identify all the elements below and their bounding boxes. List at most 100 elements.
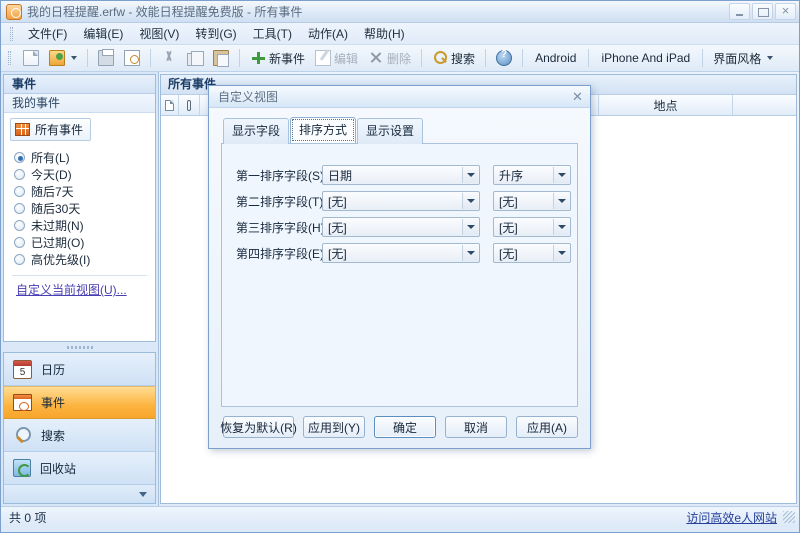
sort-field-2-select[interactable]: [无] [322,191,480,211]
sort-field-4-value: [无] [328,246,347,261]
application-window: 我的日程提醒.erfw - 效能日程提醒免费版 - 所有事件 文件(F) 编辑(… [0,0,800,533]
cut-icon [161,50,177,66]
sidebar-nav: 日历 事件 搜索 回收站 [3,352,156,504]
apply-button[interactable]: 应用(A) [516,416,578,438]
filter-today[interactable]: 今天(D) [14,166,155,183]
chevron-down-icon[interactable] [553,245,569,261]
filter-not-expired-label: 未过期(N) [31,219,84,233]
chevron-down-icon[interactable] [767,56,774,60]
maximize-button[interactable] [752,3,773,20]
search-icon [432,50,448,66]
open-file-button[interactable] [44,47,82,69]
filter-expired[interactable]: 已过期(O) [14,234,155,251]
cancel-button[interactable]: 取消 [445,416,507,438]
sidebar-item-recycle-bin[interactable]: 回收站 [4,452,155,485]
menu-file[interactable]: 文件(F) [20,23,75,44]
chevron-down-icon[interactable] [462,167,478,183]
minimize-button[interactable] [729,3,750,20]
restore-defaults-button[interactable]: 恢复为默认(R) [220,416,297,438]
sidebar-events-panel: 事件 我的事件 所有事件 所有(L) 今天(D) 随后7天 随后30天 未过期(… [3,74,156,342]
chevron-down-icon[interactable] [462,219,478,235]
resize-grip-icon[interactable] [783,511,795,523]
skin-style-button[interactable]: 界面风格 [708,47,778,69]
chevron-down-icon[interactable] [139,492,147,497]
radio-icon [14,203,25,214]
sort-order-2-select[interactable]: [无] [493,191,571,211]
android-button[interactable]: Android [528,51,583,65]
cut-button[interactable] [156,47,182,69]
website-link[interactable]: 访问高效e人网站 [686,509,783,526]
filter-all[interactable]: 所有(L) [14,149,155,166]
sort-order-1-select[interactable]: 升序 [493,165,571,185]
copy-button[interactable] [182,47,208,69]
print-button[interactable] [93,47,119,69]
sort-field-3-select[interactable]: [无] [322,217,480,237]
sort-field-1-label: 第一排序字段(S): [236,168,328,183]
filter-high-priority[interactable]: 高优先级(I) [14,251,155,268]
apply-to-button[interactable]: 应用到(Y) [303,416,365,438]
sort-field-1-select[interactable]: 日期 [322,165,480,185]
filter-not-expired[interactable]: 未过期(N) [14,217,155,234]
menu-goto[interactable]: 转到(G) [187,23,244,44]
chevron-down-icon[interactable] [553,193,569,209]
filter-next-30-days[interactable]: 随后30天 [14,200,155,217]
radio-icon [14,220,25,231]
help-button[interactable] [491,47,517,69]
sort-order-4-select[interactable]: [无] [493,243,571,263]
iphone-ipad-button[interactable]: iPhone And iPad [594,51,697,65]
toolbar-separator [702,49,704,67]
menu-edit[interactable]: 编辑(E) [75,23,131,44]
sort-field-3-label: 第三排序字段(H): [236,220,328,235]
edit-icon [315,50,332,66]
new-event-label: 新事件 [269,51,306,66]
close-icon[interactable]: ✕ [569,89,586,105]
new-event-button[interactable]: 新事件 [245,47,310,69]
all-events-chip[interactable]: 所有事件 [10,118,92,141]
column-header-extra[interactable] [733,95,796,115]
sidebar-item-search[interactable]: 搜索 [4,419,155,452]
open-folder-icon [49,50,65,66]
delete-event-button[interactable]: 删除 [363,47,416,69]
menu-help[interactable]: 帮助(H) [356,23,413,44]
column-header-document[interactable] [161,95,179,115]
tab-display-settings[interactable]: 显示设置 [357,118,424,144]
chevron-down-icon[interactable] [71,56,77,60]
new-document-button[interactable] [18,47,44,69]
chevron-down-icon[interactable] [462,193,478,209]
toolbar-drag-grip[interactable] [8,51,11,65]
filter-today-label: 今天(D) [31,168,72,182]
sidebar-chip-row: 所有事件 [4,113,155,145]
column-header-attachment[interactable] [179,95,200,115]
column-header-location[interactable]: 地点 [599,95,733,115]
menu-actions[interactable]: 动作(A) [300,23,356,44]
paste-icon [213,50,229,67]
chevron-down-icon[interactable] [553,219,569,235]
chevron-down-icon[interactable] [553,167,569,183]
sort-field-4-select[interactable]: [无] [322,243,480,263]
sort-row-4: 第四排序字段(E): [无] [无] [222,240,577,266]
sidebar-item-events[interactable]: 事件 [4,386,155,419]
sidebar-item-calendar[interactable]: 日历 [4,353,155,386]
chevron-down-icon[interactable] [462,245,478,261]
document-icon [165,99,174,111]
menu-tools[interactable]: 工具(T) [245,23,300,44]
tab-sort-order[interactable]: 排序方式 [290,117,357,143]
filter-next-7-days[interactable]: 随后7天 [14,183,155,200]
radio-icon [14,237,25,248]
paste-button[interactable] [208,47,234,69]
edit-event-button[interactable]: 编辑 [310,47,363,69]
copy-icon [187,50,204,66]
tab-display-fields[interactable]: 显示字段 [223,118,290,144]
menu-view[interactable]: 视图(V) [131,23,187,44]
ok-button[interactable]: 确定 [374,416,436,438]
sort-order-3-select[interactable]: [无] [493,217,571,237]
menu-drag-grip[interactable] [10,26,13,41]
close-button[interactable] [775,3,796,20]
sidebar-item-label: 回收站 [40,461,77,476]
search-button[interactable]: 搜索 [427,47,480,69]
sidebar-splitter[interactable] [1,342,158,352]
events-grid-icon [15,123,30,136]
customize-view-link[interactable]: 自定义当前视图(U)... [4,281,155,298]
radio-icon [14,254,25,265]
print-preview-button[interactable] [119,47,145,69]
